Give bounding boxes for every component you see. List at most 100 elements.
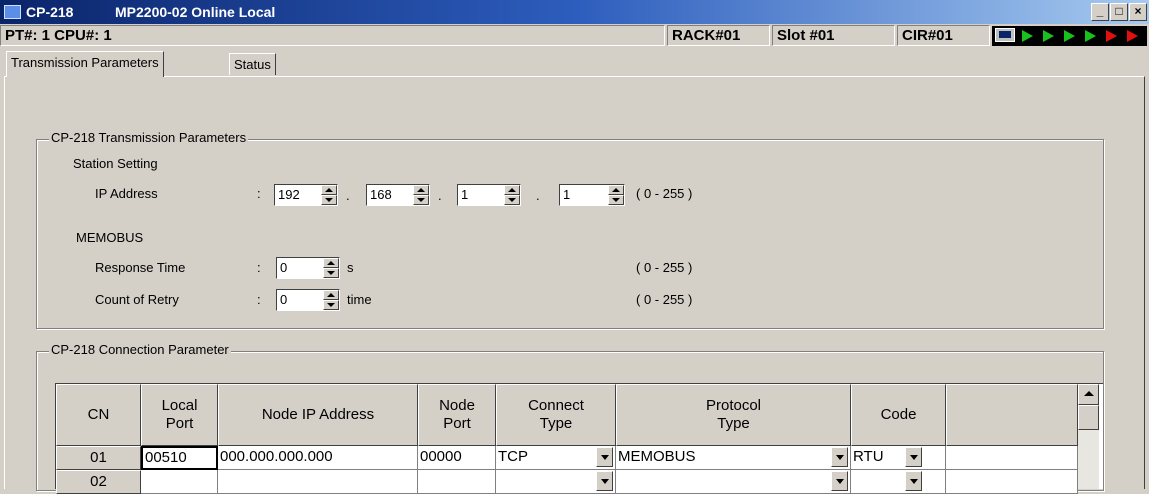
ip-octet-1-spinner[interactable]: 192 [274,184,338,206]
row-01-node-ip[interactable]: 000.000.000.000 [218,446,418,470]
retry-spinner[interactable]: 0 [276,289,340,311]
close-button[interactable]: × [1129,3,1147,21]
response-time-range-hint: ( 0 - 255 ) [636,260,693,275]
connection-grid[interactable]: CN Local Port Node IP Address Node Port Co… [55,383,1103,494]
scroll-thumb[interactable] [1078,405,1099,430]
window-title-module: CP-218 [26,4,74,20]
ip-address-label: IP Address [95,186,158,201]
ip-range-hint: ( 0 - 255 ) [636,186,693,201]
dropdown-arrow-icon[interactable] [596,471,613,491]
row-01-code-select[interactable]: RTU [851,446,946,470]
header-node-ip-text: Node IP Address [261,406,375,423]
run-arrow-icon [1085,30,1096,42]
spin-up-icon[interactable] [323,290,339,300]
ip-octet-3-spinner[interactable]: 1 [457,184,521,206]
header-protocol-type: Protocol Type [616,384,851,446]
spin-down-icon[interactable] [413,195,429,205]
row-02-cn[interactable]: 02 [56,470,141,494]
count-of-retry-label: Count of Retry [95,292,179,307]
run-arrow-icon [1106,30,1117,42]
header-node-port-line1: Node [439,397,475,414]
header-cn-text: CN [87,406,110,423]
cir-readout: CIR#01 [897,25,990,46]
row-02-local-port[interactable] [141,470,218,494]
row-01-protocol-type-value[interactable]: MEMOBUS [618,448,696,465]
row-01-connect-type-select[interactable]: TCP [496,446,616,470]
response-time-colon: : [257,260,261,275]
row-01-local-port[interactable]: 00510 [141,446,218,470]
row-02-blank[interactable] [946,470,1078,494]
spin-up-icon[interactable] [321,185,337,195]
header-local-port-line1: Local [161,397,198,414]
header-local-port-line2: Port [165,415,194,432]
rack-readout: RACK#01 [667,25,770,46]
ip-dot: . [346,188,350,203]
spin-up-icon[interactable] [504,185,520,195]
row-01-protocol-type-select[interactable]: MEMOBUS [616,446,851,470]
cp218-window: CP-218 MP2200-02 Online Local _ □ × PT#:… [0,0,1149,494]
retry-colon: : [257,292,261,307]
header-connect-type-line2: Type [539,415,573,432]
response-time-label: Response Time [95,260,186,275]
response-time-spinner[interactable]: 0 [276,257,340,279]
maximize-button[interactable]: □ [1110,3,1128,21]
scroll-up-icon[interactable] [1078,384,1099,405]
title-bar[interactable]: CP-218 MP2200-02 Online Local _ □ × [0,0,1149,24]
spin-down-icon[interactable] [321,195,337,205]
header-node-port-line2: Port [443,415,471,432]
dropdown-arrow-icon[interactable] [831,447,848,467]
ip-dot: . [438,188,442,203]
spin-up-icon[interactable] [608,185,624,195]
row-02-node-ip[interactable] [218,470,418,494]
spin-down-icon[interactable] [323,268,339,278]
spin-up-icon[interactable] [413,185,429,195]
run-arrow-icon [1022,30,1033,42]
row-02-protocol-type-select[interactable] [616,470,851,494]
spin-down-icon[interactable] [323,300,339,310]
header-cn: CN [56,384,141,446]
header-code: Code [851,384,946,446]
row-01-code-value[interactable]: RTU [853,448,884,465]
dropdown-arrow-icon[interactable] [831,471,848,491]
dropdown-arrow-icon[interactable] [596,447,613,467]
dropdown-arrow-icon[interactable] [905,471,922,491]
retry-value[interactable]: 0 [280,292,287,307]
header-code-text: Code [880,406,917,423]
row-02-connect-type-select[interactable] [496,470,616,494]
spin-up-icon[interactable] [323,258,339,268]
row-01-node-port[interactable]: 00000 [418,446,496,470]
spin-down-icon[interactable] [504,195,520,205]
pt-cpu-readout: PT#: 1 CPU#: 1 [0,25,665,46]
dropdown-arrow-icon[interactable] [905,447,922,467]
ip-octet-1-value[interactable]: 192 [278,187,300,202]
ip-octet-3-value[interactable]: 1 [461,187,468,202]
spin-down-icon[interactable] [608,195,624,205]
ip-octet-4-value[interactable]: 1 [563,187,570,202]
ip-octet-4-spinner[interactable]: 1 [559,184,625,206]
header-local-port: Local Port [141,384,218,446]
header-protocol-type-line1: Protocol [705,397,762,414]
row-01-cn[interactable]: 01 [56,446,141,470]
header-blank [946,384,1078,446]
retry-unit: time [347,292,372,307]
computer-icon [995,28,1015,42]
ip-colon: : [257,186,261,201]
header-node-ip-address: Node IP Address [218,384,418,446]
response-time-unit: s [347,260,354,275]
run-arrow-icon [1043,30,1054,42]
minimize-button[interactable]: _ [1091,3,1109,21]
tab-transmission-parameters[interactable]: Transmission Parameters [6,51,164,77]
retry-range-hint: ( 0 - 255 ) [636,292,693,307]
row-02-code-select[interactable] [851,470,946,494]
connection-group-title: CP-218 Connection Parameter [49,342,231,357]
tab-status[interactable]: Status [229,53,276,75]
grid-vertical-scrollbar[interactable] [1078,384,1099,489]
ip-octet-2-spinner[interactable]: 168 [366,184,430,206]
header-connect-type: Connect Type [496,384,616,446]
row-01-blank[interactable] [946,446,1078,470]
row-02-node-port[interactable] [418,470,496,494]
status-info-bar: PT#: 1 CPU#: 1 RACK#01 Slot #01 CIR#01 [0,24,1149,48]
response-time-value[interactable]: 0 [280,260,287,275]
ip-octet-2-value[interactable]: 168 [370,187,392,202]
row-01-connect-type-value[interactable]: TCP [498,448,528,465]
